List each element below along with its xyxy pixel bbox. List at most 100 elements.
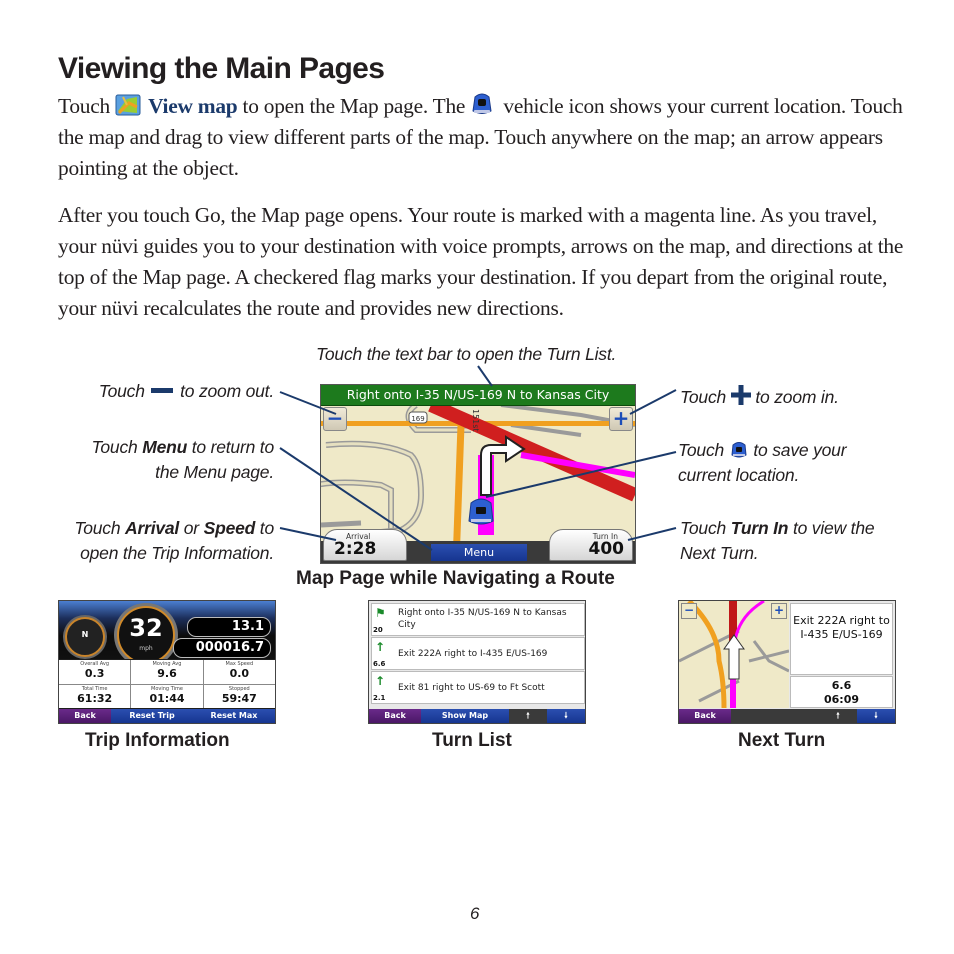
stat-value: 61:32: [77, 691, 113, 705]
flag-icon: ⚑: [375, 606, 386, 620]
intro-paragraph: Touch View map to open the Map page. The…: [58, 91, 908, 184]
scroll-down-button[interactable]: 🠗: [547, 709, 585, 723]
map-icon: [115, 93, 143, 117]
trip-stats-grid: Overall Avg 0.3 Moving Avg 9.6 Max Speed 0.…: [59, 660, 275, 708]
stat-moving-avg[interactable]: Moving Avg 9.6: [131, 660, 203, 684]
next-turn-instruction: Exit 222A right to I-435 E/US-169: [790, 603, 893, 675]
next-turn-map[interactable]: − +: [679, 601, 789, 708]
turn-text: Right onto I-35 N/US-169 N to Kansas Cit…: [398, 608, 567, 630]
callout-save-pre: Touch: [678, 440, 725, 460]
speedometer[interactable]: 32 mph: [117, 606, 175, 659]
scroll-up-button[interactable]: 🠕: [819, 709, 857, 723]
arrow-up-icon: ↑: [375, 640, 386, 654]
odometer: 000016.7: [173, 638, 271, 658]
zoom-in-button[interactable]: +: [771, 603, 787, 619]
reset-max-button[interactable]: Reset Max: [193, 709, 275, 723]
stat-total-time[interactable]: Total Time 61:32: [59, 684, 131, 708]
callout-arrival: Touch Arrival or Speed to open the Trip …: [30, 516, 274, 566]
callout-zoom-out-post: to zoom out.: [180, 381, 274, 401]
arrival-value: 2:28: [334, 539, 377, 559]
compass-heading: N: [81, 630, 89, 639]
scroll-up-button[interactable]: 🠕: [509, 709, 547, 723]
stat-value: 0.0: [229, 667, 250, 680]
callout-zoom-in: Touch to zoom in.: [680, 385, 839, 410]
turn-in-value: 400: [588, 539, 625, 559]
arrow-up-icon: ↑: [375, 674, 386, 688]
callout-menu-bold: Menu: [142, 437, 188, 457]
stat-max-speed[interactable]: Max Speed 0.0: [203, 660, 275, 684]
callout-turn-in-pre: Touch: [680, 518, 731, 538]
arrival-button[interactable]: Arrival 2:28: [323, 529, 407, 561]
next-turn-softkeys: Back 🠕 🠗: [679, 709, 895, 723]
callout-save: Touch to save your current location.: [678, 438, 847, 488]
stat-value: 01:44: [149, 691, 185, 705]
highway-shield: 169: [411, 415, 424, 423]
next-turn-time: 06:09: [823, 693, 859, 706]
stat-overall-avg[interactable]: Overall Avg 0.3: [59, 660, 131, 684]
caption-map-page: Map Page while Navigating a Route: [296, 568, 615, 589]
turn-in-button[interactable]: Turn In 400: [549, 529, 633, 561]
route-text-bar[interactable]: Right onto I-35 N/US-169 N to Kansas Cit…: [321, 385, 635, 406]
turn-distance: 20: [373, 626, 383, 634]
turn-list-softkeys: Back Show Map 🠕 🠗: [369, 709, 585, 723]
stat-moving-time[interactable]: Moving Time 01:44: [131, 684, 203, 708]
reset-trip-button[interactable]: Reset Trip: [111, 709, 193, 723]
callout-arrival-pre: Touch: [74, 518, 126, 538]
turn-distance: 2.1: [373, 694, 386, 702]
street-label: 151st: [471, 409, 480, 432]
plus-icon: [730, 385, 751, 405]
vehicle-icon: [470, 91, 498, 115]
leader-zoom-in: [629, 389, 677, 415]
callout-zoom-out: Touch to zoom out.: [60, 379, 274, 404]
zoom-out-button[interactable]: −: [323, 407, 347, 431]
callout-arrival-bold1: Arrival: [125, 518, 180, 538]
turn-distance: 6.6: [373, 660, 386, 668]
map-page-screenshot: 169 151st Right onto I-35 N/US-169 N to …: [320, 384, 636, 564]
stat-stopped[interactable]: Stopped 59:47: [203, 684, 275, 708]
turn-list-item[interactable]: ⚑ 20 Right onto I-35 N/US-169 N to Kansa…: [371, 603, 585, 636]
trip-gauges: N 32 mph 13.1 000016.7: [59, 601, 275, 659]
callout-arrival-mid: or: [179, 518, 204, 538]
callout-menu-pre: Touch: [91, 437, 143, 457]
scroll-down-button[interactable]: 🠗: [857, 709, 895, 723]
zoom-in-button[interactable]: +: [609, 407, 633, 431]
callout-zoom-in-post: to zoom in.: [755, 387, 839, 407]
turn-text: Exit 222A right to I-435 E/US-169: [398, 649, 548, 659]
trip-softkeys: Back Reset Trip Reset Max: [59, 709, 275, 723]
callout-zoom-in-pre: Touch: [680, 387, 727, 407]
view-map-link[interactable]: View map: [148, 94, 238, 118]
turn-list-item[interactable]: ↑ 2.1 Exit 81 right to US-69 to Ft Scott: [371, 671, 585, 704]
minus-icon: [151, 388, 174, 393]
compass-icon: N: [65, 617, 105, 657]
back-button[interactable]: Back: [59, 709, 111, 723]
speed-value: 32: [129, 614, 163, 642]
callout-turn-in-line2: Next Turn.: [680, 543, 759, 563]
zoom-out-button[interactable]: −: [681, 603, 697, 619]
callout-arrival-post: to: [255, 518, 274, 538]
page-number: 6: [470, 904, 480, 923]
caption-turn-list: Turn List: [432, 730, 512, 751]
speed-unit: mph: [139, 645, 153, 652]
callout-zoom-out-pre: Touch: [98, 381, 145, 401]
back-button[interactable]: Back: [369, 709, 421, 723]
turn-list-screenshot: ⚑ 20 Right onto I-35 N/US-169 N to Kansa…: [368, 600, 586, 724]
menu-button[interactable]: Menu: [431, 544, 527, 561]
stat-value: 0.3: [84, 667, 105, 680]
route-paragraph: After you touch Go, the Map page opens. …: [58, 203, 904, 320]
leader-text-bar: [477, 365, 493, 387]
page-heading: Viewing the Main Pages: [58, 52, 385, 85]
vehicle-marker[interactable]: [468, 498, 494, 525]
callout-turn-in-post: to view the: [788, 518, 875, 538]
callout-save-line2: current location.: [678, 465, 800, 485]
back-button[interactable]: Back: [679, 709, 731, 723]
stat-value: 59:47: [221, 691, 257, 705]
turn-text: Exit 81 right to US-69 to Ft Scott: [398, 683, 545, 693]
callout-text-bar: Touch the text bar to open the Turn List…: [316, 344, 617, 364]
callout-menu-post: to return to: [187, 437, 274, 457]
vehicle-icon: [729, 440, 749, 460]
callout-save-post: to save your: [753, 440, 847, 460]
trip-odometer: 13.1: [187, 617, 271, 637]
callout-arrival-line2: open the Trip Information.: [80, 543, 274, 563]
turn-list-item[interactable]: ↑ 6.6 Exit 222A right to I-435 E/US-169: [371, 637, 585, 670]
show-map-button[interactable]: Show Map: [421, 709, 509, 723]
